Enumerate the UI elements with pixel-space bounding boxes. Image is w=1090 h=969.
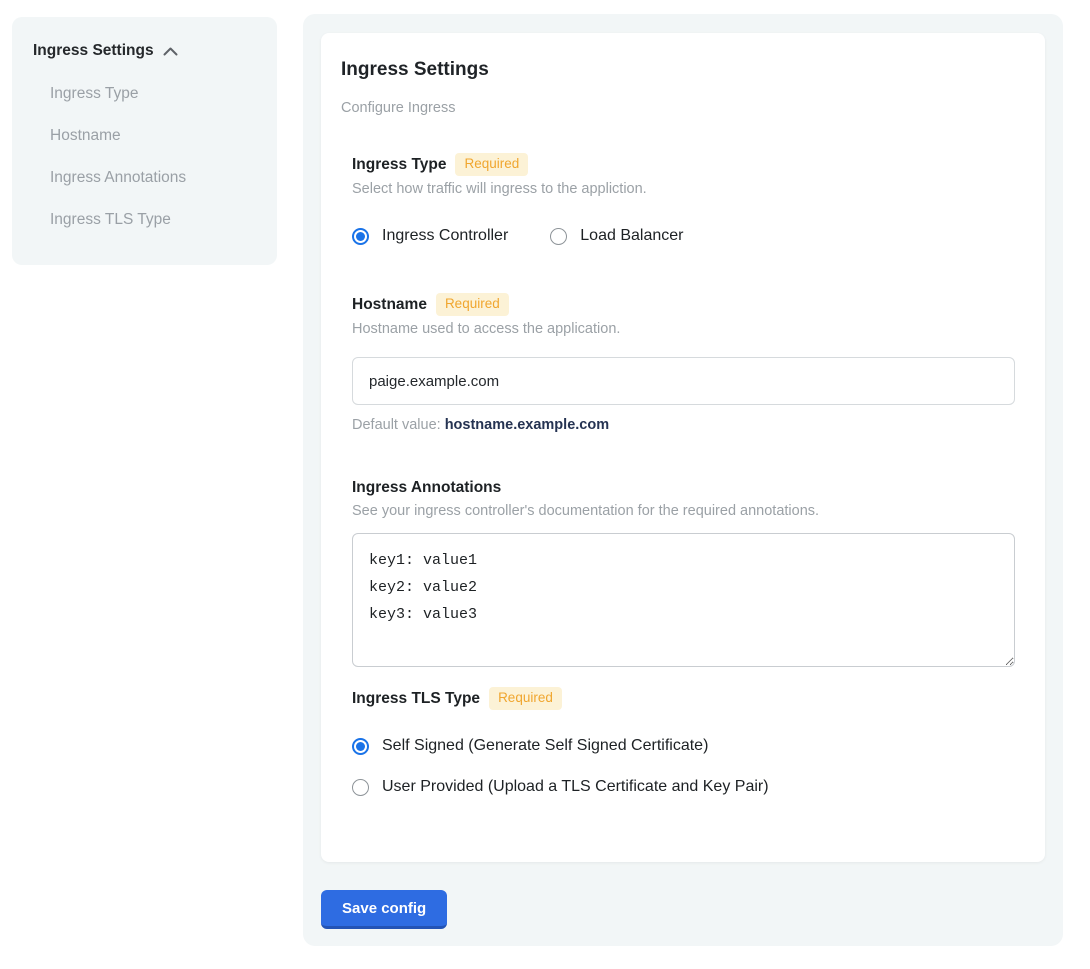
ingress-annotations-textarea[interactable]: key1: value1 key2: value2 key3: value3 (352, 533, 1015, 667)
radio-unselected-icon (550, 228, 567, 245)
radio-self-signed[interactable]: Self Signed (Generate Self Signed Certif… (352, 737, 1013, 755)
sidebar-item-hostname[interactable]: Hostname (33, 127, 277, 145)
hostname-description: Hostname used to access the application. (352, 321, 1013, 338)
chevron-up-icon (163, 47, 178, 56)
radio-unselected-icon (352, 779, 369, 796)
sidebar: Ingress Settings Ingress Type Hostname I… (12, 17, 277, 265)
required-badge: Required (455, 153, 528, 176)
default-value-label: Default value: (352, 417, 445, 433)
ingress-settings-card: Ingress Settings Configure Ingress Ingre… (321, 33, 1045, 862)
ingress-tls-type-label: Ingress TLS Type (352, 689, 480, 709)
sidebar-section-title: Ingress Settings (33, 42, 154, 60)
ingress-type-description: Select how traffic will ingress to the a… (352, 181, 1013, 198)
radio-ingress-controller-label: Ingress Controller (382, 227, 508, 245)
hostname-default-line: Default value: hostname.example.com (352, 417, 1013, 433)
ingress-annotations-section: Ingress Annotations See your ingress con… (352, 478, 1013, 667)
sidebar-item-ingress-tls-type[interactable]: Ingress TLS Type (33, 211, 277, 229)
page-subtitle: Configure Ingress (341, 100, 1013, 117)
radio-user-provided-label: User Provided (Upload a TLS Certificate … (382, 778, 769, 796)
required-badge: Required (489, 687, 562, 710)
radio-selected-icon (352, 738, 369, 755)
radio-ingress-controller[interactable]: Ingress Controller (352, 227, 508, 245)
sidebar-item-ingress-annotations[interactable]: Ingress Annotations (33, 169, 277, 187)
page-title: Ingress Settings (341, 59, 1013, 81)
settings-panel: Ingress Settings Configure Ingress Ingre… (303, 14, 1063, 946)
save-config-button[interactable]: Save config (321, 890, 447, 929)
radio-self-signed-label: Self Signed (Generate Self Signed Certif… (382, 737, 708, 755)
ingress-type-section: Ingress Type Required Select how traffic… (352, 153, 1013, 245)
radio-load-balancer[interactable]: Load Balancer (550, 227, 683, 245)
ingress-annotations-description: See your ingress controller's documentat… (352, 503, 1013, 520)
ingress-type-radio-group: Ingress Controller Load Balancer (352, 227, 1013, 245)
radio-selected-icon (352, 228, 369, 245)
default-value-text: hostname.example.com (445, 417, 609, 433)
sidebar-section-toggle[interactable]: Ingress Settings (33, 42, 277, 60)
hostname-section: Hostname Required Hostname used to acces… (352, 293, 1013, 433)
hostname-label: Hostname (352, 295, 427, 315)
sidebar-item-ingress-type[interactable]: Ingress Type (33, 85, 277, 103)
hostname-input[interactable] (352, 357, 1015, 405)
ingress-type-label: Ingress Type (352, 155, 446, 175)
radio-user-provided[interactable]: User Provided (Upload a TLS Certificate … (352, 778, 1013, 796)
ingress-annotations-label: Ingress Annotations (352, 478, 501, 498)
tls-type-radio-group: Self Signed (Generate Self Signed Certif… (352, 737, 1013, 796)
sidebar-nav: Ingress Type Hostname Ingress Annotation… (33, 85, 277, 229)
ingress-tls-type-section: Ingress TLS Type Required Self Signed (G… (352, 687, 1013, 796)
required-badge: Required (436, 293, 509, 316)
radio-load-balancer-label: Load Balancer (580, 227, 683, 245)
